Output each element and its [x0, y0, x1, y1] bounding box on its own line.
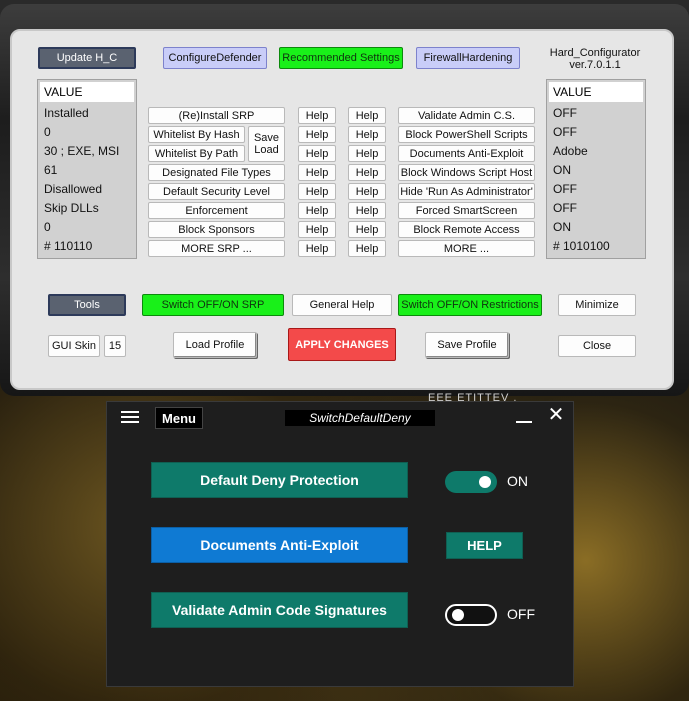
help-button[interactable]: Help [298, 202, 336, 219]
reinstall-srp-button[interactable]: (Re)Install SRP [148, 107, 285, 124]
hide-run-as-admin-button[interactable]: Hide 'Run As Administrator' [398, 183, 535, 200]
close-window-icon[interactable]: ✕ [547, 405, 565, 425]
load-label: Load [254, 144, 279, 156]
values-header: VALUE [549, 82, 643, 102]
value-row: 61 [44, 163, 58, 177]
help-button[interactable]: HELP [446, 532, 523, 559]
help-button[interactable]: Help [298, 183, 336, 200]
minimize-window-icon[interactable] [516, 405, 532, 423]
app-title: Hard_Configurator ver.7.0.1.1 [540, 47, 650, 71]
firewall-hardening-button[interactable]: FirewallHardening [416, 47, 520, 69]
validate-admin-code-signatures-button[interactable]: Validate Admin Code Signatures [151, 592, 408, 628]
more-srp-button[interactable]: MORE SRP ... [148, 240, 285, 257]
default-deny-state-label: ON [507, 473, 528, 489]
value-row: Skip DLLs [44, 201, 99, 215]
gui-skin-value: 15 [104, 335, 126, 357]
switch-restrictions-button[interactable]: Switch OFF/ON Restrictions [398, 294, 542, 316]
default-security-level-button[interactable]: Default Security Level [148, 183, 285, 200]
values-header: VALUE [40, 82, 134, 102]
validate-admin-state-label: OFF [507, 606, 535, 622]
srp-values-panel: VALUE Installed 0 30 ; EXE, MSI 61 Disal… [37, 79, 137, 259]
value-row: 0 [44, 220, 51, 234]
help-button[interactable]: Help [348, 240, 386, 257]
block-sponsors-button[interactable]: Block Sponsors [148, 221, 285, 238]
configure-defender-button[interactable]: ConfigureDefender [163, 47, 267, 69]
value-row: OFF [553, 182, 577, 196]
block-powershell-button[interactable]: Block PowerShell Scripts [398, 126, 535, 143]
value-row: Disallowed [44, 182, 103, 196]
help-button[interactable]: Help [348, 164, 386, 181]
minimize-button[interactable]: Minimize [558, 294, 636, 316]
gui-skin-button[interactable]: GUI Skin [48, 335, 100, 357]
forced-smartscreen-button[interactable]: Forced SmartScreen [398, 202, 535, 219]
help-button[interactable]: Help [298, 221, 336, 238]
value-row: ON [553, 220, 571, 234]
enforcement-button[interactable]: Enforcement [148, 202, 285, 219]
general-help-button[interactable]: General Help [292, 294, 392, 316]
value-row: # 110110 [44, 239, 93, 253]
value-row: Adobe [553, 144, 588, 158]
help-button[interactable]: Help [348, 126, 386, 143]
help-button[interactable]: Help [348, 202, 386, 219]
value-row: 0 [44, 125, 51, 139]
app-title-name: Hard_Configurator [549, 47, 641, 59]
apply-changes-button[interactable]: APPLY CHANGES [288, 328, 396, 361]
help-button[interactable]: Help [298, 145, 336, 162]
documents-anti-exploit-button[interactable]: Documents Anti-Exploit [398, 145, 535, 162]
hamburger-menu-icon[interactable] [121, 410, 139, 424]
default-deny-toggle[interactable] [445, 471, 497, 493]
help-button[interactable]: Help [348, 221, 386, 238]
more-restrictions-button[interactable]: MORE ... [398, 240, 535, 257]
tools-button[interactable]: Tools [48, 294, 126, 316]
validate-admin-toggle[interactable] [445, 604, 497, 626]
help-button[interactable]: Help [298, 240, 336, 257]
recommended-settings-button[interactable]: Recommended Settings [279, 47, 403, 69]
value-row: ON [553, 163, 571, 177]
help-button[interactable]: Help [298, 107, 336, 124]
menu-button[interactable]: Menu [155, 407, 203, 429]
help-button[interactable]: Help [348, 183, 386, 200]
switch-srp-button[interactable]: Switch OFF/ON SRP [142, 294, 284, 316]
value-row: OFF [553, 125, 577, 139]
app-version: ver.7.0.1.1 [569, 59, 621, 71]
load-profile-button[interactable]: Load Profile [173, 332, 257, 358]
designated-file-types-button[interactable]: Designated File Types [148, 164, 285, 181]
block-remote-access-button[interactable]: Block Remote Access [398, 221, 535, 238]
help-button[interactable]: Help [348, 145, 386, 162]
default-deny-protection-button[interactable]: Default Deny Protection [151, 462, 408, 498]
window-title: SwitchDefaultDeny [285, 410, 435, 426]
documents-anti-exploit-button[interactable]: Documents Anti-Exploit [151, 527, 408, 563]
help-button[interactable]: Help [298, 164, 336, 181]
toggle-knob [479, 476, 491, 488]
restrictions-values-panel: VALUE OFF OFF Adobe ON OFF OFF ON # 1010… [546, 79, 646, 259]
save-label: Save [253, 132, 280, 144]
value-row: OFF [553, 106, 577, 120]
save-load-whitelist-button[interactable]: Save Load [248, 126, 285, 162]
toggle-knob [452, 609, 464, 621]
value-row: OFF [553, 201, 577, 215]
update-hc-button[interactable]: Update H_C [38, 47, 136, 69]
block-windows-script-host-button[interactable]: Block Windows Script Host [398, 164, 535, 181]
value-row: 30 ; EXE, MSI [44, 144, 120, 158]
close-button[interactable]: Close [558, 335, 636, 357]
value-row: # 1010100 [553, 239, 610, 253]
whitelist-by-path-button[interactable]: Whitelist By Path [148, 145, 245, 162]
save-profile-button[interactable]: Save Profile [425, 332, 509, 358]
help-button[interactable]: Help [348, 107, 386, 124]
validate-admin-cs-button[interactable]: Validate Admin C.S. [398, 107, 535, 124]
help-button[interactable]: Help [298, 126, 336, 143]
whitelist-by-hash-button[interactable]: Whitelist By Hash [148, 126, 245, 143]
value-row: Installed [44, 106, 89, 120]
